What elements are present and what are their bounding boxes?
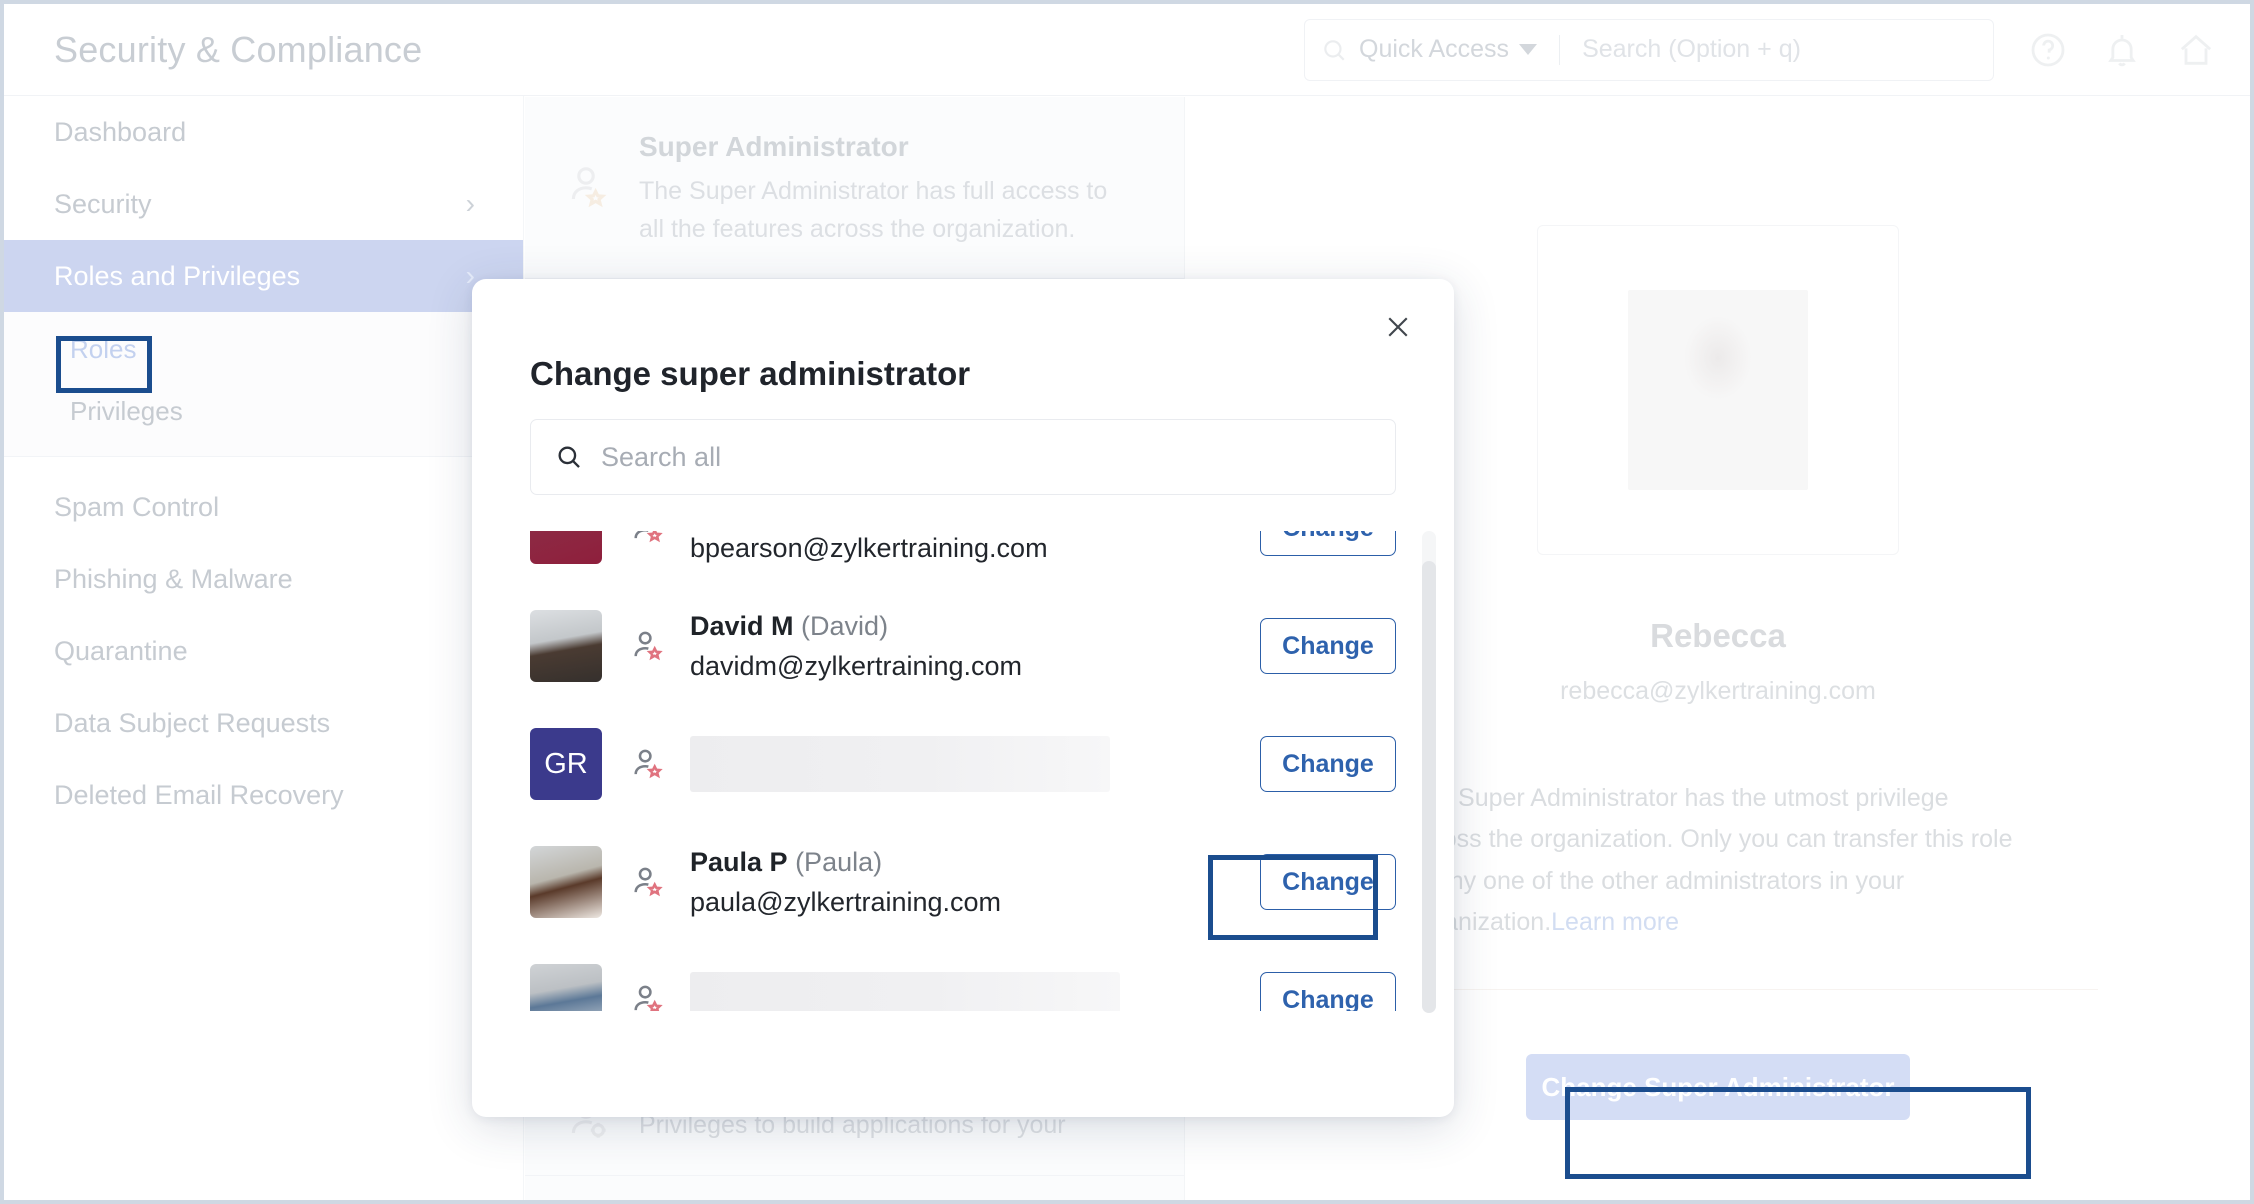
role-description: The Super Administrator has full access … [639, 177, 1108, 243]
user-list[interactable]: Bankston Pearson (Bankston) bpearson@zyl… [472, 531, 1454, 1011]
sidebar-item-label: Spam Control [54, 491, 220, 522]
search-icon [1324, 39, 1345, 61]
close-button[interactable] [1376, 305, 1420, 349]
divider [1559, 34, 1561, 65]
top-bar: Security & Compliance Quick Access Searc… [4, 4, 2250, 96]
sidebar-item-label: Quarantine [54, 635, 188, 666]
list-item[interactable]: Change [472, 941, 1454, 1011]
sidebar-item-label: Phishing & Malware [54, 563, 293, 594]
sidebar-item-data-subject-requests[interactable]: Data Subject Requests [4, 687, 523, 759]
sidebar-item-label: Privileges [70, 395, 183, 426]
home-icon[interactable] [2176, 30, 2216, 70]
user-name: David M [690, 610, 794, 641]
chevron-right-icon: › [465, 188, 475, 219]
change-button[interactable]: Change [1260, 531, 1396, 556]
app-root: Security & Compliance Quick Access Searc… [0, 0, 2254, 1204]
scrollbar-thumb[interactable] [1422, 561, 1436, 1013]
modal-search-field[interactable]: Search all [530, 419, 1396, 495]
learn-more-link[interactable]: Learn more [1551, 908, 1679, 936]
list-item[interactable]: David M (David) davidm@zylkertraining.co… [472, 587, 1454, 705]
user-info: David M (David) davidm@zylkertraining.co… [690, 611, 1236, 682]
sidebar-item-label: Dashboard [54, 116, 187, 147]
change-button[interactable]: Change [1260, 972, 1396, 1011]
top-bar-actions: Quick Access Search (Option + q) [1304, 18, 2250, 81]
quick-access-label: Quick Access [1359, 35, 1510, 63]
user-star-icon [634, 631, 663, 661]
redacted-user-details [690, 736, 1110, 792]
sidebar-subgroup: Roles Privileges [4, 312, 523, 456]
close-icon [1388, 317, 1408, 337]
sidebar-item-spam-control[interactable]: Spam Control [4, 471, 523, 543]
sidebar-item-deleted-email-recovery[interactable]: Deleted Email Recovery [4, 759, 523, 831]
admin-email: rebecca@zylkertraining.com [1560, 677, 1876, 705]
sidebar-item-roles[interactable]: Roles [4, 318, 523, 380]
admin-name: Rebecca [1650, 617, 1786, 654]
sidebar-item-label: Roles [70, 333, 137, 364]
user-name-line: David M (David) [690, 611, 1236, 642]
page-title: Security & Compliance [54, 28, 423, 70]
chevron-down-icon[interactable] [1519, 44, 1538, 55]
sidebar-item-quarantine[interactable]: Quarantine [4, 615, 523, 687]
sidebar: Dashboard Security › Roles and Privilege… [4, 96, 524, 1200]
user-info: Paula P (Paula) paula@zylkertraining.com [690, 847, 1236, 918]
sidebar-item-privileges[interactable]: Privileges [4, 380, 523, 442]
modal-title: Change super administrator [530, 355, 971, 392]
list-item[interactable]: GR Change [472, 705, 1454, 823]
user-info [690, 736, 1236, 792]
change-button[interactable]: Change [1260, 736, 1396, 792]
sidebar-item-label: Roles and Privileges [54, 260, 301, 291]
user-star-icon [634, 531, 663, 543]
user-nickname: (Paula) [795, 846, 883, 877]
user-name: Paula P [690, 846, 788, 877]
sidebar-item-dashboard[interactable]: Dashboard [4, 96, 523, 168]
user-info: Bankston Pearson (Bankston) bpearson@zyl… [690, 531, 1236, 564]
role-card-super-administrator[interactable]: Super Administrator The Super Administra… [525, 97, 1184, 279]
user-star-icon [634, 867, 663, 897]
avatar [530, 610, 602, 682]
sidebar-item-phishing-malware[interactable]: Phishing & Malware [4, 543, 523, 615]
privilege-note: The Super Administrator has the utmost p… [1408, 778, 2028, 943]
sidebar-item-label: Deleted Email Recovery [54, 779, 344, 810]
user-list-inner: Bankston Pearson (Bankston) bpearson@zyl… [472, 531, 1454, 1011]
user-info [690, 972, 1236, 1011]
sidebar-item-label: Security [54, 188, 152, 219]
admin-photo-frame [1537, 225, 1899, 555]
notifications-icon[interactable] [2102, 30, 2142, 70]
role-title: Super Administrator [639, 131, 909, 162]
privilege-note-text: The Super Administrator has the utmost p… [1408, 784, 2013, 936]
user-name-line: Paula P (Paula) [690, 847, 1236, 878]
user-email: paula@zylkertraining.com [690, 886, 1002, 917]
help-icon[interactable] [2028, 30, 2068, 70]
global-search-bar[interactable]: Quick Access Search (Option + q) [1304, 18, 1994, 81]
avatar [1628, 290, 1808, 490]
sidebar-item-security[interactable]: Security › [4, 168, 523, 240]
sidebar-item-roles-and-privileges[interactable]: Roles and Privileges › [4, 240, 523, 312]
search-icon [558, 446, 580, 468]
list-item[interactable]: Paula P (Paula) paula@zylkertraining.com… [472, 823, 1454, 941]
user-nickname: (David) [801, 610, 889, 641]
user-star-icon [634, 749, 663, 779]
global-search-input[interactable]: Search (Option + q) [1582, 35, 1801, 64]
sidebar-item-label: Data Subject Requests [54, 707, 331, 738]
user-email: davidm@zylkertraining.com [690, 650, 1023, 681]
avatar-initials: GR [530, 728, 602, 800]
change-button[interactable]: Change [1260, 618, 1396, 674]
redacted-user-details [690, 972, 1120, 1011]
change-button-paula[interactable]: Change [1260, 854, 1396, 910]
avatar-initials-text: GR [544, 747, 588, 780]
list-item[interactable]: Bankston Pearson (Bankston) bpearson@zyl… [472, 531, 1454, 587]
change-super-administrator-button[interactable]: Change Super Administrator [1526, 1054, 1910, 1120]
avatar [530, 531, 602, 564]
user-crown-icon [571, 167, 607, 208]
search-input-placeholder[interactable]: Search all [601, 442, 721, 473]
avatar [530, 964, 602, 1011]
user-star-icon [634, 985, 663, 1011]
user-email: bpearson@zylkertraining.com [690, 532, 1048, 563]
avatar [530, 846, 602, 918]
change-super-administrator-modal: Change super administrator Search all bp… [472, 279, 1454, 1117]
